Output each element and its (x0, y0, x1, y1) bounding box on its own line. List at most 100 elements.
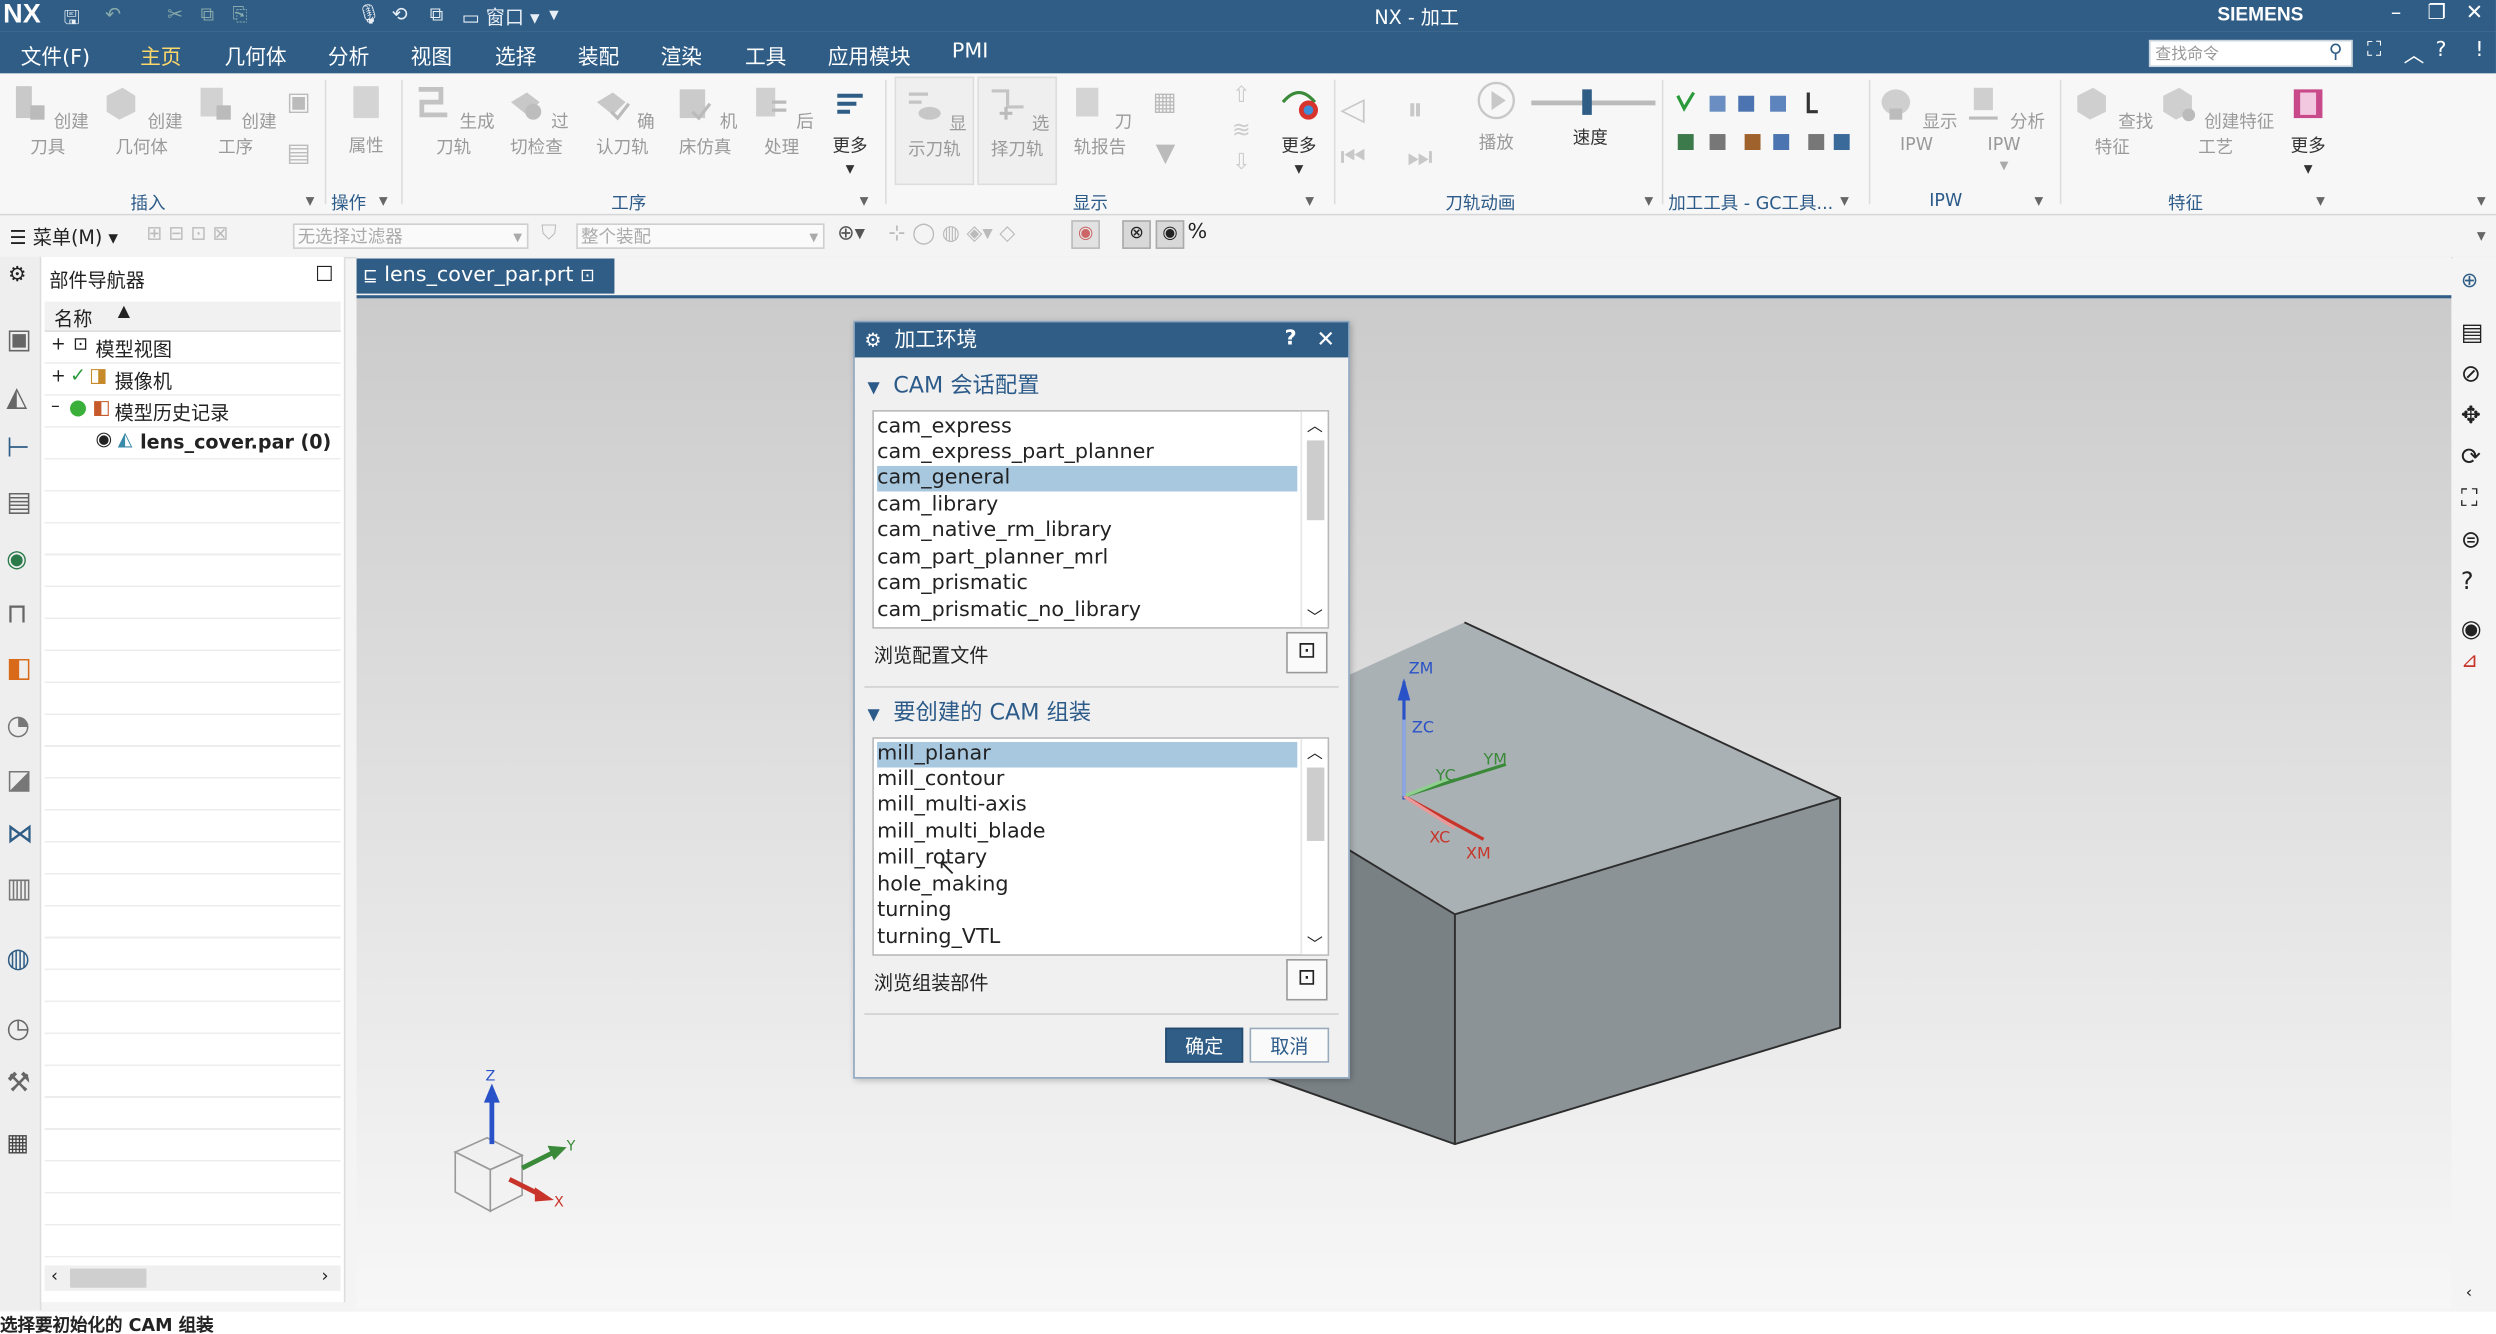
tree-item[interactable]: + ⊡ 模型视图 (44, 332, 341, 364)
scroll-arrow-icon[interactable]: ‹ (2466, 1285, 2472, 1303)
first-frame-icon[interactable]: ⏮ (1340, 140, 1366, 174)
tab-geometry[interactable]: 几何体 (224, 40, 286, 70)
group-dropdown-icon[interactable]: ▾ (1644, 190, 1653, 211)
insert-extra-icon[interactable]: ▤ (287, 137, 311, 167)
tab-pmi[interactable]: PMI (952, 40, 988, 64)
speed-slider-thumb[interactable] (1582, 89, 1593, 115)
list-item[interactable]: cam_express_part_planner (877, 440, 1297, 466)
maximize-panel-icon[interactable]: ☐ (315, 263, 334, 287)
analyze-ipw-button[interactable]: 分析 IPW ▾ (1961, 83, 2047, 176)
dialog-close-button[interactable]: ✕ (1316, 322, 1335, 357)
ok-button[interactable]: 确定 (1165, 1027, 1244, 1063)
create-operation-button[interactable]: 创建工序 (194, 83, 277, 160)
list-icon[interactable]: ≋ (1232, 118, 1251, 144)
list-item[interactable]: cam_native_rm_library (877, 519, 1297, 545)
snap-toggle-icon[interactable]: ◉ (1071, 220, 1100, 249)
eye-icon[interactable]: ◉ (96, 428, 113, 450)
create-geometry-button[interactable]: 创建几何体 (92, 83, 191, 160)
properties-button[interactable]: 属性 (334, 83, 398, 158)
part-navigator-icon[interactable]: ▣ (6, 324, 32, 356)
move-down-icon[interactable]: ⇩ (1232, 150, 1251, 176)
scroll-up-icon[interactable]: ︿ (1307, 412, 1323, 436)
tab-tools[interactable]: 工具 (745, 40, 786, 70)
pause-icon[interactable]: ⏸ (1407, 89, 1423, 127)
filter-icon[interactable]: ⛉ (541, 222, 557, 246)
list-item-selected[interactable]: cam_general (877, 465, 1298, 492)
toolbar-options-icon[interactable]: ▾ (2477, 225, 2486, 246)
group-dropdown-icon[interactable]: ▾ (1305, 190, 1314, 211)
display-extra-icon[interactable]: ▼ (1156, 137, 1176, 167)
hide-icon[interactable]: ⊘ (2461, 359, 2481, 388)
scroll-down-icon[interactable]: ﹀ (1307, 930, 1323, 955)
list-item[interactable]: cam_part_planner_mrl (877, 546, 1297, 572)
list-item[interactable]: mill_multi-axis (877, 793, 1297, 819)
menu-button[interactable]: ☰ 菜单(M) ▾ (10, 223, 118, 250)
generate-toolpath-button[interactable]: 生成刀轨 (411, 83, 497, 160)
machine-tool-view-icon[interactable]: ▤ (6, 487, 32, 519)
gouge-check-button[interactable]: 过切检查 (497, 83, 577, 160)
reuse-library-icon[interactable]: ◪ (6, 764, 32, 796)
tab-view[interactable]: 视图 (411, 40, 452, 70)
postprocess-button[interactable]: 后处理 (748, 83, 815, 160)
visibility-icon[interactable]: ◉ (6, 544, 27, 573)
help-icon[interactable]: ? (2435, 38, 2446, 62)
expand-icon[interactable]: + (51, 334, 66, 355)
collapse-icon[interactable]: – (51, 396, 60, 417)
create-feature-process-button[interactable]: 创建特征工艺 (2155, 83, 2276, 160)
create-tool-button[interactable]: 创建刀具 (6, 83, 89, 160)
list-item[interactable]: cam_library (877, 493, 1297, 519)
section-cam-setup[interactable]: ▼ 要创建的 CAM 组装 (868, 696, 1092, 728)
alert-icon[interactable]: ! (2475, 38, 2483, 62)
group-dropdown-icon[interactable]: ▾ (2034, 190, 2043, 211)
feature-navigator-icon[interactable]: ◧ (6, 653, 32, 685)
fullscreen-icon[interactable]: ⛶ (2367, 38, 2382, 62)
list-item-selected[interactable]: mill_planar (877, 742, 1298, 768)
column-header[interactable]: 名称 ▲ (44, 301, 341, 332)
rotate-icon[interactable]: ⟳ (2461, 442, 2481, 471)
visibility-toggle-icon[interactable]: ◉ (2461, 614, 2482, 643)
group-dropdown-icon[interactable]: ▾ (860, 190, 869, 211)
tab-home[interactable]: 主页 (120, 40, 201, 79)
scroll-down-icon[interactable]: ﹀ (1307, 603, 1323, 628)
search-icon[interactable]: ⚲ (2329, 40, 2343, 62)
document-tab[interactable]: ⊑ lens_cover_par.prt ⊡ ✕ (356, 258, 615, 321)
assembly-scope-dropdown[interactable]: 整个装配 ▾ (576, 223, 825, 249)
scrollbar-thumb[interactable] (70, 1268, 147, 1288)
view-triad[interactable]: Z Y X (453, 1068, 576, 1213)
group-dropdown-icon[interactable]: ▾ (1840, 190, 1849, 211)
machining-tools-icons[interactable] (1675, 89, 1869, 159)
dialog-title-bar[interactable]: ⚙ 加工环境 ? ✕ (854, 322, 1349, 358)
restore-button[interactable]: ❐ (2427, 2, 2446, 26)
snap-point-icons[interactable]: ⊹ ◯ ◍ ◈▾ ◇ (888, 222, 1015, 246)
tree-item[interactable]: + ✓ ◨ 摄像机 (44, 364, 341, 396)
move-up-icon[interactable]: ⇧ (1232, 83, 1251, 109)
close-window-button[interactable]: ✕ (2466, 2, 2483, 26)
scrollbar-thumb[interactable] (1306, 767, 1325, 841)
hd3d-tools-icon[interactable]: ▦ (6, 1128, 29, 1157)
machining-method-icon[interactable]: ⊓ (6, 598, 27, 630)
last-frame-icon[interactable]: ⏭ (1407, 140, 1433, 174)
open-folder-icon[interactable]: ⊡ (1286, 959, 1328, 1001)
selection-tools-icons[interactable]: ⊞ ⊟ ⊡ ⊠ (146, 222, 228, 244)
constraint-navigator-icon[interactable]: ⋈ (6, 819, 33, 851)
minimize-button[interactable]: – (2391, 2, 2401, 26)
show-only-icon[interactable]: ⊜ (2461, 525, 2481, 554)
snap-options-icon[interactable]: ⊕▾ (837, 222, 865, 246)
fit-icon[interactable]: ⛶ (2461, 483, 2478, 512)
list-item[interactable]: turning (877, 898, 1297, 924)
tab-file[interactable]: 文件(F) (21, 40, 90, 70)
details-icon[interactable]: ▤ (2461, 318, 2484, 347)
list-item[interactable]: turning_VTL (877, 926, 1297, 952)
system-materials-icon[interactable]: ⚒ (6, 1068, 30, 1100)
section-cam-session[interactable]: ▼ CAM 会话配置 (868, 369, 1040, 401)
group-dropdown-icon[interactable]: ▾ (379, 190, 388, 211)
list-item[interactable]: cam_prismatic_no_library (877, 598, 1297, 624)
more-display-button[interactable]: 更多 ▾ (1270, 83, 1327, 179)
scrollbar-thumb[interactable] (1306, 440, 1325, 521)
history-icon[interactable]: ◷ (6, 1013, 30, 1045)
verify-toolpath-button[interactable]: 确认刀轨 (583, 83, 663, 160)
scroll-right-icon[interactable]: › (322, 1265, 329, 1286)
cam-session-list[interactable]: cam_express cam_express_part_planner cam… (872, 410, 1330, 629)
list-item[interactable]: mill_contour (877, 768, 1297, 794)
scroll-up-icon[interactable]: ︿ (1307, 739, 1323, 763)
